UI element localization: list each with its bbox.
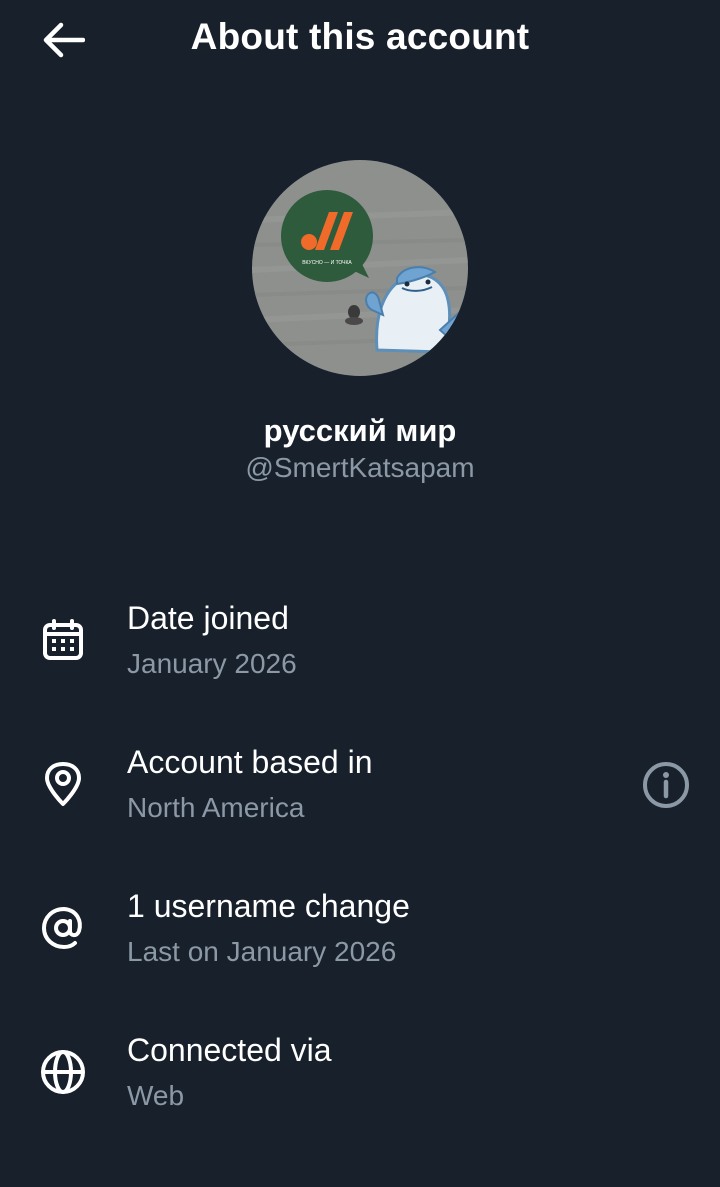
display-name: русский мир	[263, 413, 457, 448]
detail-row-date-joined: Date joined January 2026	[0, 595, 720, 705]
detail-value: North America	[127, 792, 305, 823]
vkusno-logo: ВКУСНО — И ТОЧКА	[281, 190, 373, 282]
detail-value: Web	[127, 1080, 185, 1111]
avatar-image: ВКУСНО — И ТОЧКА	[252, 160, 468, 376]
calendar-icon	[36, 613, 90, 667]
detail-value: January 2026	[127, 648, 297, 679]
at-sign-icon	[36, 901, 90, 955]
detail-label: Account based in	[127, 744, 373, 780]
top-bar: About this account	[0, 0, 720, 80]
globe-icon	[36, 1045, 90, 1099]
detail-row-username-changes: 1 username change Last on January 2026	[0, 883, 720, 993]
location-pin-icon	[36, 757, 90, 811]
detail-row-connected-via: Connected via Web	[0, 1027, 720, 1137]
info-button[interactable]	[638, 757, 694, 813]
detail-label: Date joined	[127, 600, 289, 636]
page-title: About this account	[190, 16, 530, 57]
svg-text:ВКУСНО — И ТОЧКА: ВКУСНО — И ТОЧКА	[302, 260, 352, 266]
detail-label: 1 username change	[127, 888, 410, 924]
detail-row-account-location: Account based in North America	[0, 739, 720, 849]
username-handle: @SmertKatsapam	[245, 452, 475, 483]
detail-value: Last on January 2026	[127, 936, 397, 967]
info-icon	[643, 762, 689, 808]
detail-label: Connected via	[127, 1032, 332, 1068]
avatar: ВКУСНО — И ТОЧКА	[252, 160, 468, 376]
